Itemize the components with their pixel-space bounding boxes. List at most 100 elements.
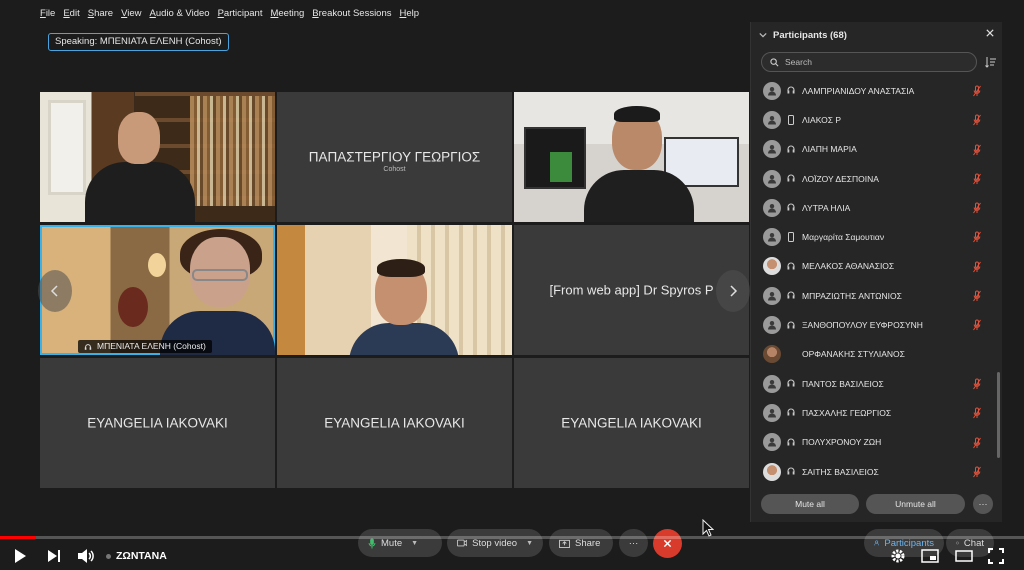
menu-share[interactable]: Share [88,8,113,19]
participant-row[interactable]: ΛΙΑΠΗ ΜΑΡΙΑ [751,135,995,164]
menu-edit[interactable]: Edit [63,8,79,19]
headset-icon [786,438,796,447]
avatar [763,316,781,335]
search-input[interactable] [785,57,945,67]
monitor-screen [550,152,572,182]
participants-header[interactable]: Participants (68) [751,22,1002,48]
video-grid: ΠΑΠΑΣΤΕΡΓΙΟΥ ΓΕΩΡΓΙΟΣ Cohost ΜΠΕΝΙΑΤΑ ΕΛ… [38,92,750,492]
muted-microphone-icon[interactable] [973,114,981,126]
play-button[interactable] [10,547,30,565]
menu-audio-video[interactable]: Audio & Video [150,8,210,19]
headset-icon [786,86,796,95]
search-icon [770,57,779,66]
participant-head [118,112,160,164]
participant-name: ΠΑΣΧΑΛΗΣ ΓΕΩΡΓΙΟΣ [802,407,892,418]
video-progress-bar[interactable] [0,536,1024,539]
participant-search[interactable] [761,52,977,72]
glasses [192,269,248,281]
miniplayer-button[interactable] [920,547,940,565]
live-indicator-dot [106,554,111,559]
chevron-left-icon [50,285,58,297]
window [48,100,86,195]
next-video-button[interactable] [44,547,64,565]
video-tile-5[interactable] [277,225,512,355]
live-label[interactable]: ΖΩΝΤΑΝΑ [116,550,167,562]
video-tile-4-active-speaker[interactable]: ΜΠΕΝΙΑΤΑ ΕΛΕΝΗ (Cohost) [40,225,275,355]
participant-name: ΛΟΪΖΟΥ ΔΕΣΠΟΙΝΑ [802,173,879,184]
video-tile-2[interactable]: ΠΑΠΑΣΤΕΡΓΙΟΥ ΓΕΩΡΓΙΟΣ Cohost [277,92,512,222]
video-tile-7[interactable]: EYANGELIA IAKOVAKI [40,358,275,488]
menu-view[interactable]: View [121,8,141,19]
person-icon [768,408,776,418]
muted-microphone-icon[interactable] [973,407,981,419]
muted-microphone-icon[interactable] [973,231,981,243]
prev-page-button[interactable] [38,270,72,312]
participant-row[interactable]: ΛΑΜΠΡΙΑΝΙΔΟΥ ΑΝΑΣΤΑΣΙΑ [751,76,995,105]
video-tile-8[interactable]: EYANGELIA IAKOVAKI [277,358,512,488]
muted-microphone-icon[interactable] [973,173,981,185]
next-page-button[interactable] [716,270,750,312]
scrollbar[interactable] [997,372,1000,458]
avatar [763,374,781,393]
participant-row[interactable]: ΟΡΦΑΝΑΚΗΣ ΣΤΥΛΙΑΝΟΣ [751,340,995,369]
participant-row[interactable]: Μαργαρίτα Σαμουτιαν [751,222,995,251]
video-tile-1[interactable] [40,92,275,222]
menu-bar: File Edit Share View Audio & Video Parti… [40,4,419,22]
menu-file[interactable]: File [40,8,55,19]
menu-participant[interactable]: Participant [218,8,263,19]
participant-row[interactable]: ΛΙΑΚΟΣ Ρ [751,105,995,134]
headset-icon [786,291,796,300]
muted-microphone-icon[interactable] [973,378,981,390]
close-icon [986,29,994,37]
video-tile-3[interactable] [514,92,749,222]
person-icon [768,145,776,154]
video-tile-6[interactable]: [From web app] Dr Spyros P [514,225,749,355]
skip-next-icon [48,550,60,562]
headset-icon [84,343,92,350]
participants-panel: Participants (68) ΛΑΜΠΡΙΑΝΙΔΟΥ ΑΝΑΣΤΑΣΙΑ… [750,22,1002,522]
sort-icon[interactable] [985,56,997,68]
headset-icon [786,467,796,476]
settings-button[interactable] [888,547,908,565]
participant-row[interactable]: ΠΟΛΥΧΡΟΝΟΥ ΖΩΗ [751,428,995,457]
more-options-button[interactable]: ··· [973,494,993,514]
muted-microphone-icon[interactable] [973,319,981,331]
participant-row[interactable]: ΛΥΤΡΑ ΗΛΙΑ [751,193,995,222]
participant-row[interactable]: ΛΟΪΖΟΥ ΔΕΣΠΟΙΝΑ [751,164,995,193]
muted-microphone-icon[interactable] [973,466,981,478]
menu-meeting[interactable]: Meeting [270,8,304,19]
muted-microphone-icon[interactable] [973,290,981,302]
tile-role-label: Cohost [383,166,406,173]
muted-microphone-icon[interactable] [973,437,981,449]
chevron-down-icon[interactable] [759,31,767,39]
menu-help[interactable]: Help [400,8,420,19]
participant-row[interactable]: ΜΕΛΑΚΟΣ ΑΘΑΝΑΣΙΟΣ [751,252,995,281]
avatar [763,345,781,364]
fullscreen-button[interactable] [986,547,1006,565]
close-panel-button[interactable] [986,28,994,40]
participant-row[interactable]: ΣΑΙΤΗΣ ΒΑΣΙΛΕΙΟΣ [751,457,995,484]
volume-button[interactable] [76,547,96,565]
muted-microphone-icon[interactable] [973,144,981,156]
unmute-all-button[interactable]: Unmute all [866,494,965,514]
lamp [148,253,166,277]
participant-row[interactable]: ΠΑΝΤΟΣ ΒΑΣΙΛΕΙΟΣ [751,369,995,398]
participant-row[interactable]: ΠΑΣΧΑΛΗΣ ΓΕΩΡΓΙΟΣ [751,398,995,427]
menu-breakout-sessions[interactable]: Breakout Sessions [312,8,391,19]
theater-mode-button[interactable] [954,547,974,565]
participant-row[interactable]: ΞΑΝΘΟΠΟΥΛΟΥ ΕΥΦΡΟΣΥΝΗ [751,310,995,339]
volume-icon [78,549,94,563]
avatar [763,433,781,452]
video-tile-9[interactable]: EYANGELIA IAKOVAKI [514,358,749,488]
participant-row[interactable]: ΜΠΡΑΖΙΩΤΗΣ ΑΝΤΩΝΙΟΣ [751,281,995,310]
video-progress-fill [0,536,36,539]
muted-microphone-icon[interactable] [973,261,981,273]
mute-all-button[interactable]: Mute all [761,494,859,514]
muted-microphone-icon[interactable] [973,85,981,97]
muted-microphone-icon[interactable] [973,202,981,214]
participant-name: ΛΙΑΚΟΣ Ρ [802,114,842,125]
participant-name: ΠΟΛΥΧΡΟΝΟΥ ΖΩΗ [802,437,882,448]
avatar [763,462,781,481]
person-icon [768,379,776,389]
person-icon [768,115,776,125]
